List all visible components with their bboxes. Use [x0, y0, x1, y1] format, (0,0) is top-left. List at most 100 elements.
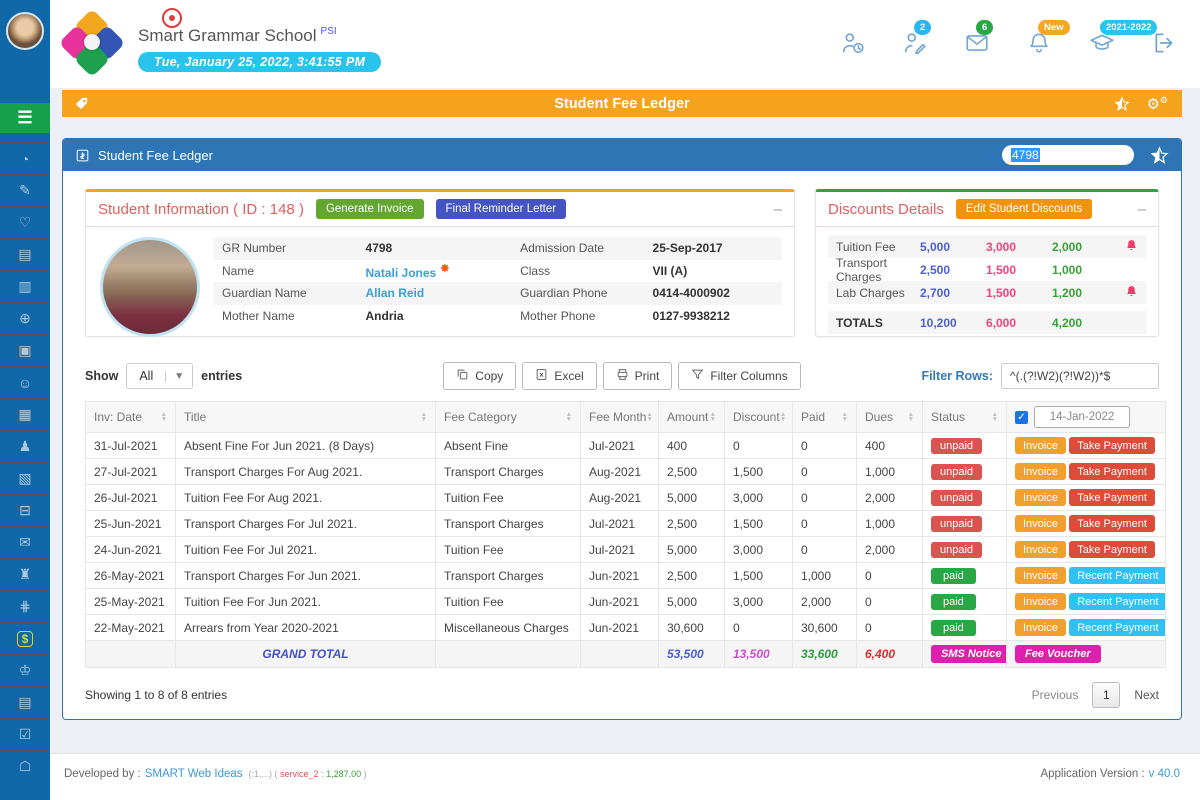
fee-title-link[interactable]: Tuition Fee For Jul 2021.	[176, 537, 436, 563]
teacher-icon: ♟	[19, 438, 32, 455]
filter-columns-button[interactable]: Filter Columns	[678, 362, 800, 390]
final-reminder-button[interactable]: Final Reminder Letter	[436, 199, 567, 219]
invoice-button[interactable]: Invoice	[1015, 463, 1066, 480]
sidebar-item-fee-ledger[interactable]: $	[0, 622, 50, 654]
sidebar-item-student-edit[interactable]: ✎	[0, 174, 50, 206]
amount-cell: 400	[659, 433, 725, 459]
developer-link[interactable]: SMART Web Ideas	[145, 768, 243, 780]
sidebar-item-health[interactable]: ♡	[0, 206, 50, 238]
column-header-amount[interactable]: Amount▲▼	[659, 402, 725, 433]
invoice-button[interactable]: Invoice	[1015, 567, 1066, 584]
sidebar-item-web-portal[interactable]: ⊕	[0, 302, 50, 334]
fee-title-link[interactable]: Transport Charges For Aug 2021.	[176, 459, 436, 485]
sidebar-item-transport[interactable]: ⊟	[0, 494, 50, 526]
recent-payment-button[interactable]: Recent Payment	[1069, 619, 1165, 636]
column-header-discount[interactable]: Discount▲▼	[725, 402, 793, 433]
sms-notice-button[interactable]: SMS Notice	[931, 645, 1007, 663]
recent-payment-button[interactable]: Recent Payment	[1069, 567, 1165, 584]
column-header-fee-month[interactable]: Fee Month▲▼	[581, 402, 659, 433]
take-payment-button[interactable]: Take Payment	[1069, 541, 1155, 558]
collapse-discounts-card-button[interactable]: –	[1138, 202, 1146, 217]
invoice-button[interactable]: Invoice	[1015, 515, 1066, 532]
table-controls: Show All ▼ entries CopyExcelPrintFilter …	[85, 363, 1159, 389]
generate-invoice-button[interactable]: Generate Invoice	[316, 199, 424, 219]
fee-category-cell: Miscellaneous Charges	[436, 615, 581, 641]
messages-icon[interactable]: 6	[964, 30, 990, 56]
column-header-paid[interactable]: Paid▲▼	[793, 402, 857, 433]
fee-title-link[interactable]: Tuition Fee For Jun 2021.	[176, 589, 436, 615]
sidebar-item-clipboard[interactable]: ▣	[0, 334, 50, 366]
fee-title-link[interactable]: Arrears from Year 2020-2021	[176, 615, 436, 641]
invoice-button[interactable]: Invoice	[1015, 489, 1066, 506]
sidebar-item-fee-card[interactable]: ▤	[0, 238, 50, 270]
column-header-inv-date[interactable]: Inv: Date▲▼	[86, 402, 176, 433]
ledger-search-input[interactable]: 4798	[1002, 145, 1134, 165]
take-payment-button[interactable]: Take Payment	[1069, 515, 1155, 532]
fee-title-link[interactable]: Absent Fine For Jun 2021. (8 Days)	[176, 433, 436, 459]
session-icon[interactable]: 2021-2022	[1088, 30, 1116, 56]
sidebar-item-fee-mail[interactable]: ✉	[0, 526, 50, 558]
invoice-button[interactable]: Invoice	[1015, 541, 1066, 558]
fee-title-link[interactable]: Transport Charges For Jul 2021.	[176, 511, 436, 537]
sidebar-item-calendar[interactable]: ▦	[0, 398, 50, 430]
sidebar-item-id-card[interactable]: ▥	[0, 270, 50, 302]
sidebar-item-graduation[interactable]: ☖	[0, 750, 50, 782]
recent-payment-button[interactable]: Recent Payment	[1069, 593, 1165, 610]
user-clock-icon[interactable]	[840, 30, 866, 56]
settings-gears-icon[interactable]: ⚙⚙	[1146, 95, 1168, 113]
sidebar-item-certificate[interactable]: ▤	[0, 686, 50, 718]
fee-title-link[interactable]: Tuition Fee For Aug 2021.	[176, 485, 436, 511]
column-header-title[interactable]: Title▲▼	[176, 402, 436, 433]
previous-page-button[interactable]: Previous	[1032, 688, 1079, 702]
reminder-bell-icon[interactable]	[1125, 287, 1138, 301]
logout-icon[interactable]	[1152, 30, 1178, 56]
excel-button[interactable]: Excel	[522, 362, 596, 390]
fee-table-row: 25-Jun-2021Transport Charges For Jul 202…	[86, 511, 1166, 537]
field-value[interactable]: Natali Jones✸	[366, 262, 521, 280]
invoice-button[interactable]: Invoice	[1015, 593, 1066, 610]
invoice-button[interactable]: Invoice	[1015, 619, 1066, 636]
discounts-title: Discounts Details	[828, 201, 944, 218]
field-value[interactable]: Allan Reid	[366, 286, 521, 300]
fee-category-cell: Transport Charges	[436, 563, 581, 589]
collapse-student-card-button[interactable]: –	[774, 202, 782, 217]
sort-icon: ▲▼	[710, 412, 716, 422]
sidebar-item-tasks[interactable]: ☑	[0, 718, 50, 750]
sidebar-item-campus[interactable]: ♜	[0, 558, 50, 590]
fee-title-link[interactable]: Transport Charges For Jun 2021.	[176, 563, 436, 589]
paid-cell: 0	[793, 459, 857, 485]
sidebar-item-library[interactable]: ⋕	[0, 590, 50, 622]
fee-voucher-button[interactable]: Fee Voucher	[1015, 645, 1101, 663]
sidebar-item-gallery[interactable]: ▧	[0, 462, 50, 494]
reminder-bell-icon[interactable]	[1125, 241, 1138, 255]
take-payment-button[interactable]: Take Payment	[1069, 437, 1155, 454]
sidebar-item-dashboard[interactable]: ◔	[0, 142, 50, 174]
user-edit-icon[interactable]: 2	[902, 30, 928, 56]
page-number-button[interactable]: 1	[1092, 682, 1120, 708]
footer-meta: (:1,...) ( service_2 : 1,287.00 )	[249, 769, 367, 779]
print-button[interactable]: Print	[603, 362, 673, 390]
favorite-star-icon[interactable]	[1114, 96, 1130, 112]
panel-star-icon[interactable]	[1150, 146, 1169, 165]
edit-discounts-button[interactable]: Edit Student Discounts	[956, 199, 1092, 219]
sidebar-item-staff[interactable]: ♔	[0, 654, 50, 686]
column-header-fee-category[interactable]: Fee Category▲▼	[436, 402, 581, 433]
inv-date-cell: 25-May-2021	[86, 589, 176, 615]
column-header-status[interactable]: Status▲▼	[923, 402, 1007, 433]
copy-button[interactable]: Copy	[443, 362, 516, 390]
menu-toggle-button[interactable]: ☰	[0, 103, 50, 133]
fee-category-cell: Transport Charges	[436, 511, 581, 537]
tag-icon[interactable]	[74, 96, 89, 111]
filter-rows-input[interactable]	[1001, 363, 1159, 389]
sidebar-item-student[interactable]: ☺	[0, 366, 50, 398]
notifications-icon[interactable]: New	[1026, 30, 1052, 56]
user-avatar[interactable]	[6, 12, 44, 50]
column-header-dues[interactable]: Dues▲▼	[857, 402, 923, 433]
sidebar-item-teacher[interactable]: ♟	[0, 430, 50, 462]
date-filter-input[interactable]	[1034, 406, 1130, 428]
take-payment-button[interactable]: Take Payment	[1069, 463, 1155, 480]
take-payment-button[interactable]: Take Payment	[1069, 489, 1155, 506]
date-filter-checkbox[interactable]: ✓	[1015, 411, 1028, 424]
invoice-button[interactable]: Invoice	[1015, 437, 1066, 454]
next-page-button[interactable]: Next	[1134, 688, 1159, 702]
